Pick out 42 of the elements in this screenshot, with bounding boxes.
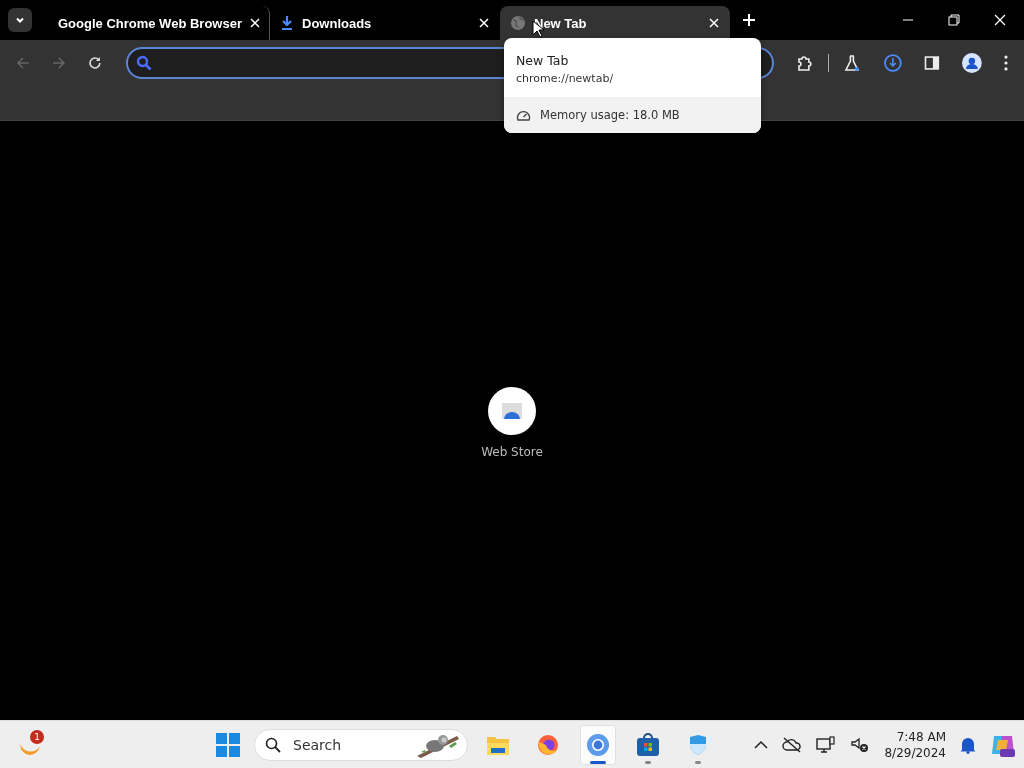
search-input[interactable]: Search [291, 735, 403, 754]
notification-badge: 1 [30, 730, 44, 744]
close-tab-icon[interactable] [479, 18, 489, 28]
download-icon [280, 15, 294, 31]
restore-icon[interactable] [948, 14, 960, 26]
tab-search-button[interactable] [8, 8, 32, 32]
close-tab-icon[interactable] [249, 18, 260, 28]
clock-date: 8/29/2024 [884, 744, 946, 761]
taskbar-app[interactable] [580, 724, 616, 765]
browser-tab[interactable]: Downloads [270, 6, 500, 40]
shield-icon [688, 733, 708, 756]
new-tab-icon[interactable] [742, 13, 756, 27]
taskbar-search-field[interactable]: Search [254, 728, 468, 761]
close-icon[interactable] [994, 14, 1006, 26]
extensions-icon[interactable] [796, 53, 814, 72]
memory-usage-text: Memory usage: 18.0 MB [540, 108, 680, 122]
windows-start-icon[interactable] [216, 732, 240, 757]
menu-icon[interactable] [1004, 54, 1008, 71]
reload-icon[interactable] [87, 55, 102, 70]
flask-icon[interactable] [842, 53, 861, 72]
side-panel-icon[interactable] [924, 54, 941, 71]
fox-globe-icon [537, 733, 559, 756]
cloud-off-icon[interactable] [782, 736, 803, 753]
download-progress-icon[interactable] [882, 52, 903, 73]
close-tab-icon[interactable] [709, 18, 719, 28]
search-icon [135, 54, 152, 71]
gauge-icon [516, 108, 531, 122]
web-store-shortcut[interactable] [488, 386, 536, 435]
hover-card-url: chrome://newtab/ [516, 72, 615, 85]
shortcut-label: Web Store [481, 444, 543, 459]
chevron-up-icon[interactable] [754, 739, 769, 750]
speaker-muted-icon[interactable] [850, 736, 871, 753]
browser-ring-icon [586, 732, 610, 757]
globe-icon [510, 15, 526, 31]
weather-widget[interactable]: 1 [20, 730, 44, 759]
search-icon [265, 736, 281, 753]
hover-card-title: New Tab [516, 53, 570, 68]
clock-time: 7:48 AM [896, 728, 946, 745]
bell-icon[interactable] [960, 735, 976, 754]
monitor-network-icon[interactable] [816, 735, 837, 754]
profile-icon[interactable] [962, 52, 983, 73]
clock[interactable]: 7:48 AM 8/29/2024 [884, 728, 946, 761]
